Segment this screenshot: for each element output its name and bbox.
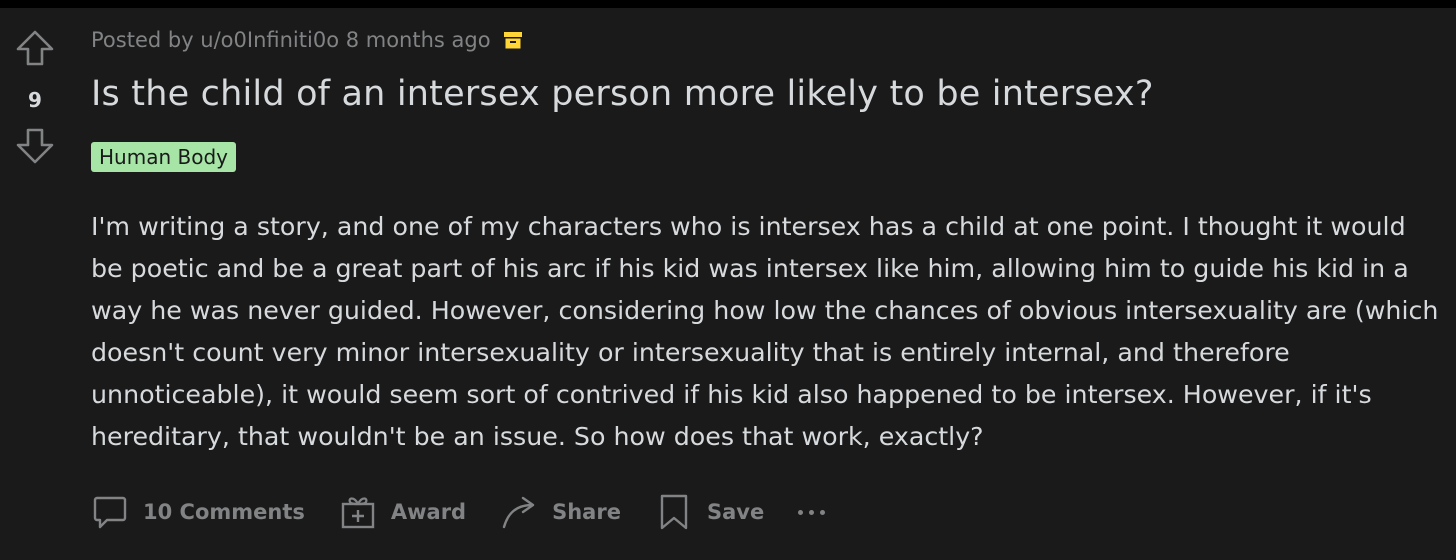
- post-title[interactable]: Is the child of an intersex person more …: [91, 74, 1154, 114]
- archive-box-icon: [503, 30, 523, 50]
- share-label: Share: [552, 500, 621, 524]
- curved-arrow-icon: [502, 496, 535, 529]
- share-button[interactable]: Share: [500, 493, 621, 531]
- post-meta: Posted by u/o0Infiniti0o 8 months ago: [91, 28, 523, 52]
- save-button[interactable]: Save: [655, 493, 764, 531]
- award-button[interactable]: Award: [339, 493, 466, 531]
- ellipsis-icon: [798, 509, 804, 515]
- upvote-button[interactable]: [14, 28, 56, 70]
- more-options-button[interactable]: [798, 509, 831, 515]
- post-flair[interactable]: Human Body: [91, 142, 236, 172]
- vote-score: 9: [28, 88, 42, 112]
- award-label: Award: [390, 500, 467, 524]
- save-label: Save: [706, 500, 765, 524]
- post-actions: 10 Comments Award Share Save: [91, 488, 831, 536]
- comments-label: 10 Comments: [143, 500, 305, 524]
- speech-bubble-icon: [93, 496, 127, 529]
- arrow-down-outline-icon: [16, 128, 54, 164]
- arrow-up-outline-icon: [16, 30, 54, 66]
- gift-box-icon: [341, 497, 375, 529]
- post-body: I'm writing a story, and one of my chara…: [91, 212, 1439, 451]
- comments-button[interactable]: 10 Comments: [91, 493, 305, 531]
- top-border: [0, 0, 1456, 8]
- bookmark-icon: [660, 494, 688, 530]
- downvote-button[interactable]: [14, 124, 56, 166]
- post-meta-text: Posted by u/o0Infiniti0o 8 months ago: [91, 28, 491, 52]
